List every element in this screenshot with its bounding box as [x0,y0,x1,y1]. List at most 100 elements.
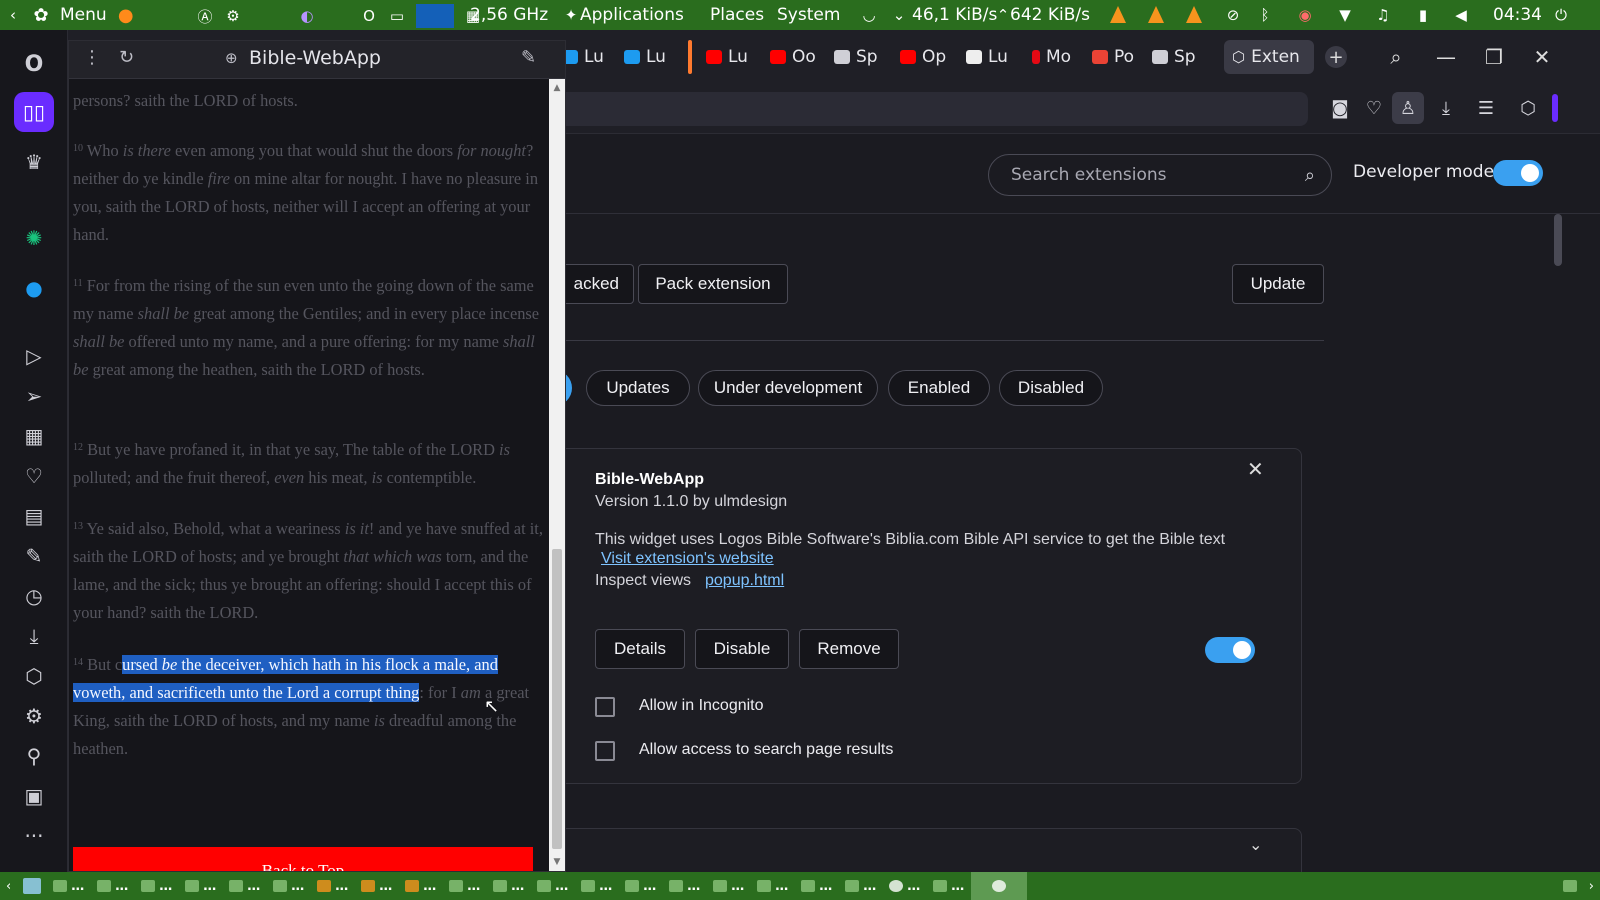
chevron-down-icon[interactable]: ⌄ [1249,835,1262,854]
clock[interactable]: 04:34 [1493,5,1542,25]
close-window-icon[interactable]: ✕ [1522,40,1562,74]
remove-button[interactable]: Remove [799,629,899,669]
power-icon[interactable]: ⏻ [1552,4,1570,26]
scroll-up-arrow-icon[interactable]: ▲ [552,83,562,93]
twitter-icon[interactable]: ● [14,268,54,308]
volume-icon[interactable]: ◀ [1452,4,1470,26]
tor-icon[interactable]: ◐ [298,5,316,27]
heart-icon[interactable]: ♡ [1358,92,1390,124]
taskbar-right-arrow-icon[interactable]: › [1583,872,1600,900]
show-desktop-icon[interactable] [17,872,47,900]
taskbar-item[interactable]: … [443,872,487,900]
taskbar-item[interactable]: … [795,872,839,900]
notification-icon[interactable]: ♫ [1374,4,1392,26]
heart-icon[interactable]: ♡ [14,456,54,496]
camera-icon[interactable]: ◙ [1324,92,1356,124]
player-icon[interactable]: ▷ [14,336,54,376]
workspaces-icon[interactable]: ▦ [14,416,54,456]
tab-extensions[interactable]: ⬡ Exten [1224,40,1314,74]
applications-menu[interactable]: Applications [580,5,684,25]
taskbar-item[interactable]: … [883,872,927,900]
filter-updates[interactable]: Updates [586,370,690,406]
filter-enabled[interactable]: Enabled [888,370,990,406]
tab[interactable]: Mo [1024,40,1082,74]
close-card-icon[interactable]: ✕ [1247,457,1264,481]
allow-incognito-checkbox[interactable] [595,697,615,717]
address-bar[interactable] [558,92,1308,126]
vlc-icon[interactable] [1148,6,1164,23]
downloads-icon[interactable]: ⤓ [14,616,54,656]
visit-website-link[interactable]: Visit extension's website [601,550,774,568]
history-icon[interactable]: ◷ [14,576,54,616]
taskbar-item[interactable]: … [619,872,663,900]
wifi-icon[interactable]: ▼ [1336,4,1354,26]
filter-under-development[interactable]: Under development [698,370,878,406]
tab[interactable]: Lu [958,40,1022,74]
allow-search-checkbox[interactable] [595,741,615,761]
tips-bulb-icon[interactable]: ⚲ [14,736,54,776]
sync-icon[interactable]: ⊘ [1224,4,1242,26]
restore-icon[interactable]: ❐ [1474,40,1514,74]
minimize-icon[interactable]: — [1426,40,1466,74]
taskbar-item[interactable]: … [927,872,971,900]
tab[interactable]: Op [892,40,956,74]
extensions-icon[interactable]: ⬡ [14,656,54,696]
snapshot-edit-icon[interactable]: ✎ [14,536,54,576]
update-notifier-icon[interactable]: ◉ [1296,4,1314,26]
taskbar-item-active[interactable] [971,872,1028,900]
trash-icon[interactable] [1557,872,1583,900]
launcher-icon[interactable]: Ⓐ [196,5,214,27]
settings-icon[interactable]: ⚙ [14,696,54,736]
profile-icon[interactable]: ♙ [1392,92,1424,124]
scrollbar-thumb[interactable] [552,549,562,849]
tab[interactable]: Sp [826,40,890,74]
pack-extension-button[interactable]: Pack extension [638,264,788,304]
system-menu[interactable]: System [777,5,840,25]
extension-enabled-toggle[interactable] [1205,637,1255,663]
taskbar-item[interactable]: … [531,872,575,900]
tab[interactable]: Po [1084,40,1142,74]
bookmark-app-icon[interactable]: ▣ [14,776,54,816]
more-icon[interactable]: ··· [14,816,54,856]
crown-icon[interactable]: ♛ [14,142,54,182]
taskbar-item[interactable]: … [839,872,883,900]
tab[interactable]: Lu [616,40,680,74]
menu-button[interactable]: Menu [60,5,107,25]
taskbar-item[interactable]: … [663,872,707,900]
reload-icon[interactable]: ↻ [119,47,134,68]
taskbar-item[interactable]: … [47,872,91,900]
opera-icon[interactable]: O [360,5,378,27]
panel-scrollbar[interactable]: ▲ ▼ [549,79,565,871]
new-tab-icon[interactable]: + [1316,40,1356,74]
bible-webapp-sidebar-icon[interactable]: ▯▯ [14,92,54,132]
send-icon[interactable]: ➢ [14,376,54,416]
easy-setup-icon[interactable]: ☰ [1470,92,1502,124]
taskbar-item[interactable]: … [355,872,399,900]
search-tabs-icon[interactable]: ⌕ [1376,40,1416,74]
taskbar-item[interactable]: … [135,872,179,900]
panel-left-arrow-icon[interactable]: ‹ [4,4,22,26]
pin-icon[interactable]: ✎ [521,47,536,68]
tab[interactable]: Sp [1144,40,1206,74]
tab[interactable]: Oo [762,40,824,74]
taskbar-item[interactable]: … [311,872,355,900]
filter-disabled[interactable]: Disabled [999,370,1103,406]
vlc-icon[interactable] [1186,6,1202,23]
vlc-icon[interactable] [1110,6,1126,23]
search-extensions-input[interactable]: Search extensions ⌕ [988,154,1332,196]
taskbar-item[interactable]: … [267,872,311,900]
popup-html-link[interactable]: popup.html [705,572,784,590]
developer-mode-toggle[interactable] [1493,160,1543,186]
taskbar-item[interactable]: … [399,872,443,900]
taskbar-item[interactable]: … [179,872,223,900]
taskbar-left-arrow-icon[interactable]: ‹ [0,872,17,900]
scroll-down-arrow-icon[interactable]: ▼ [552,857,562,867]
taskbar-item[interactable]: … [751,872,795,900]
extensions-cube-icon[interactable]: ⬡ [1512,92,1544,124]
news-icon[interactable]: ▤ [14,496,54,536]
terminal-icon[interactable]: ▭ [388,5,406,27]
firefox-icon[interactable]: ● [117,4,135,26]
battery-icon[interactable]: ▮ [1414,4,1432,26]
download-icon[interactable]: ⤓ [1430,92,1462,124]
settings-applet-icon[interactable]: ⚙ [224,5,242,27]
